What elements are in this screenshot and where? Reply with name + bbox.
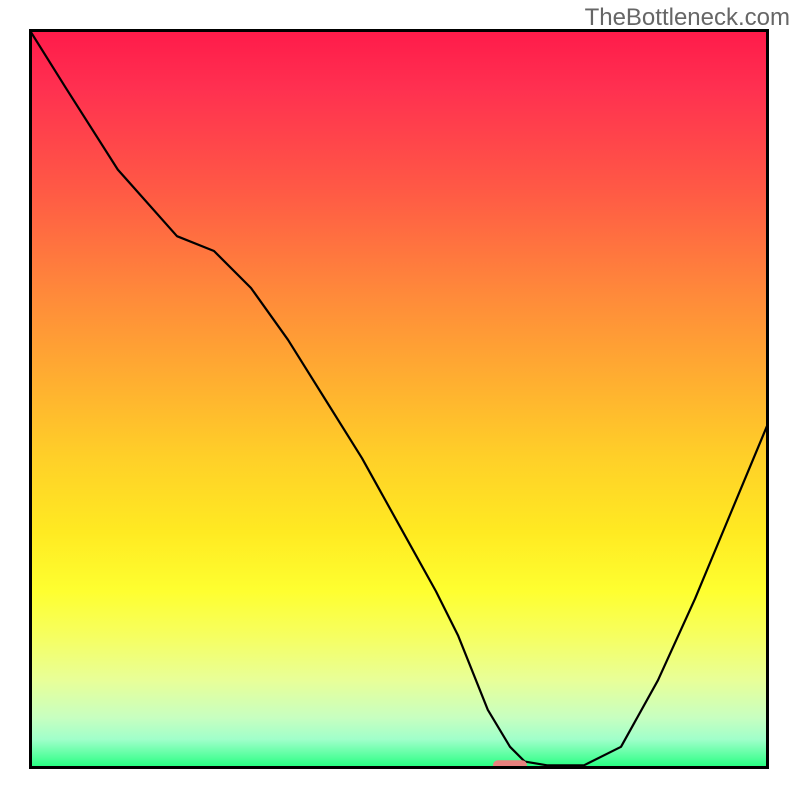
chart-svg (29, 29, 769, 769)
optimal-marker (493, 760, 527, 769)
plot-area (29, 29, 769, 769)
watermark-text: TheBottleneck.com (585, 4, 790, 32)
bottleneck-curve (29, 29, 769, 765)
chart-container: TheBottleneck.com (0, 0, 800, 800)
